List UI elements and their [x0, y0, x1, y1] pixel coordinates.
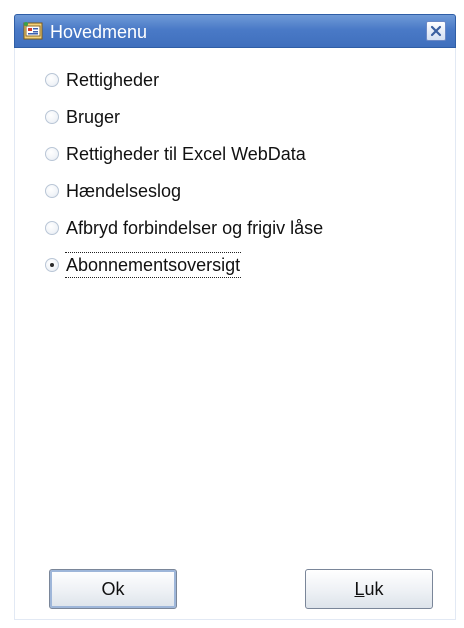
option-label: Afbryd forbindelser og frigiv låse — [66, 218, 324, 238]
title-bar[interactable]: Hovedmenu — [14, 14, 456, 48]
close-dialog-button[interactable]: Luk — [305, 569, 433, 609]
mnemonic-letter: L — [354, 579, 365, 599]
option-abonnementsoversigt[interactable]: Abonnementsoversigt — [45, 251, 242, 279]
radio-button[interactable] — [45, 110, 59, 124]
button-label-rest: uk — [364, 579, 384, 599]
option-bruger[interactable]: Bruger — [45, 103, 121, 131]
option-label: Rettigheder — [66, 70, 160, 90]
radio-button[interactable] — [45, 184, 59, 198]
ok-button[interactable]: Ok — [49, 569, 177, 609]
close-icon — [430, 25, 442, 37]
option-label: Abonnementsoversigt — [65, 252, 242, 278]
app-window-icon — [22, 20, 44, 42]
radio-button[interactable] — [45, 147, 59, 161]
radio-button-selected[interactable] — [45, 258, 59, 272]
close-button[interactable] — [426, 21, 446, 41]
option-afbryd-forbindelser[interactable]: Afbryd forbindelser og frigiv låse — [45, 214, 324, 242]
option-label: Hændelseslog — [66, 181, 182, 201]
option-rettigheder[interactable]: Rettigheder — [45, 66, 160, 94]
radio-button[interactable] — [45, 73, 59, 87]
option-label: Rettigheder til Excel WebData — [66, 144, 306, 164]
window-title: Hovedmenu — [50, 22, 148, 42]
option-label: Bruger — [66, 107, 121, 127]
option-haendelseslog[interactable]: Hændelseslog — [45, 177, 182, 205]
option-excel-webdata[interactable]: Rettigheder til Excel WebData — [45, 140, 307, 168]
dialog-body: Rettigheder Bruger Rettigheder til Excel… — [14, 48, 456, 620]
dialog-window: Hovedmenu Rettigheder Bruger Rettigheder… — [0, 0, 464, 628]
radio-button[interactable] — [45, 221, 59, 235]
